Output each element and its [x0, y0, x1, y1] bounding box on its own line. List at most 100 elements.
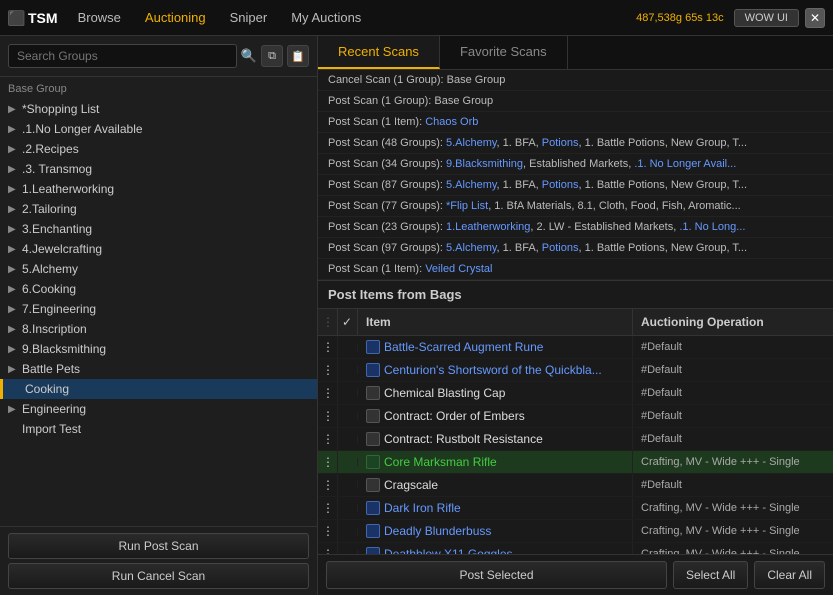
table-row[interactable]: ⋮ Cragscale #Default	[318, 474, 833, 497]
table-row[interactable]: ⋮ Contract: Rustbolt Resistance #Default	[318, 428, 833, 451]
row-item: Chemical Blasting Cap	[358, 382, 633, 404]
arrow-icon: ▶	[8, 144, 18, 155]
search-input[interactable]	[8, 44, 237, 68]
row-check[interactable]	[338, 389, 358, 397]
sidebar-content: Base Group ▶ *Shopping List ▶ .1.No Long…	[0, 77, 317, 526]
table-row[interactable]: ⋮ Core Marksman Rifle Crafting, MV - Wid…	[318, 451, 833, 474]
item-icon	[366, 478, 380, 492]
row-check[interactable]	[338, 458, 358, 466]
row-operation: #Default	[633, 475, 833, 495]
row-check[interactable]	[338, 435, 358, 443]
item-name: Contract: Rustbolt Resistance	[384, 432, 543, 446]
search-bar: 🔍 ⧉ 📋	[0, 36, 317, 77]
sidebar-item-label: 6.Cooking	[22, 282, 76, 296]
sidebar-item-label: 5.Alchemy	[22, 262, 78, 276]
row-check[interactable]	[338, 366, 358, 374]
item-name: Centurion's Shortsword of the Quickbla..…	[384, 363, 602, 377]
scan-item[interactable]: Post Scan (97 Groups): 5.Alchemy, 1. BFA…	[318, 238, 833, 259]
row-item: Battle-Scarred Augment Rune	[358, 336, 633, 358]
run-post-scan-button[interactable]: Run Post Scan	[8, 533, 309, 559]
sidebar-item-label: 9.Blacksmithing	[22, 342, 106, 356]
sidebar-item-cooking[interactable]: ▶ 6.Cooking	[0, 279, 317, 299]
scan-item[interactable]: Post Scan (1 Group): Base Group	[318, 91, 833, 112]
tabs: Recent Scans Favorite Scans	[318, 36, 833, 70]
sidebar-item-transmog[interactable]: ▶ .3. Transmog	[0, 159, 317, 179]
table-row[interactable]: ⋮ Contract: Order of Embers #Default	[318, 405, 833, 428]
nav-browse[interactable]: Browse	[74, 8, 125, 27]
table-row[interactable]: ⋮ Chemical Blasting Cap #Default	[318, 382, 833, 405]
table-row[interactable]: ⋮ Deathblow X11 Goggles Crafting, MV - W…	[318, 543, 833, 554]
arrow-icon: ▶	[8, 204, 18, 215]
sidebar-item-jewelcrafting[interactable]: ▶ 4.Jewelcrafting	[0, 239, 317, 259]
sidebar-item-label: Cooking	[25, 382, 69, 396]
row-check[interactable]	[338, 527, 358, 535]
post-items-title: Post Items from Bags	[318, 281, 833, 309]
wow-ui-button[interactable]: WOW UI	[734, 9, 799, 27]
sidebar-item-engineering[interactable]: ▶ 7.Engineering	[0, 299, 317, 319]
sidebar-item-inscription[interactable]: ▶ 8.Inscription	[0, 319, 317, 339]
scan-item[interactable]: Post Scan (23 Groups): 1.Leatherworking,…	[318, 217, 833, 238]
arrow-icon: ▶	[8, 124, 18, 135]
tab-favorite-scans[interactable]: Favorite Scans	[440, 36, 568, 69]
item-name: Chemical Blasting Cap	[384, 386, 505, 400]
row-operation: #Default	[633, 429, 833, 449]
run-cancel-scan-button[interactable]: Run Cancel Scan	[8, 563, 309, 589]
arrow-icon: ▶	[8, 104, 18, 115]
sidebar-item-blacksmithing[interactable]: ▶ 9.Blacksmithing	[0, 339, 317, 359]
arrow-icon: ▶	[8, 324, 18, 335]
logo-text: TSM	[28, 10, 58, 26]
sidebar-item-recipes[interactable]: ▶ .2.Recipes	[0, 139, 317, 159]
scan-item[interactable]: Post Scan (34 Groups): 9.Blacksmithing, …	[318, 154, 833, 175]
select-all-button[interactable]: Select All	[673, 561, 748, 589]
scan-item[interactable]: Post Scan (1 Item): Chaos Orb	[318, 112, 833, 133]
row-check[interactable]	[338, 412, 358, 420]
sidebar-item-leatherworking[interactable]: ▶ 1.Leatherworking	[0, 179, 317, 199]
post-footer: Post Selected Select All Clear All	[318, 554, 833, 595]
scan-item[interactable]: Cancel Scan (1 Group): Base Group	[318, 70, 833, 91]
search-icon: 🔍	[241, 48, 257, 64]
table-row[interactable]: ⋮ Battle-Scarred Augment Rune #Default	[318, 336, 833, 359]
nav-sniper[interactable]: Sniper	[226, 8, 272, 27]
clear-all-button[interactable]: Clear All	[754, 561, 825, 589]
sidebar-item-battle-pets[interactable]: ▶ Battle Pets	[0, 359, 317, 379]
scan-item[interactable]: Post Scan (1 Item): Veiled Crystal	[318, 259, 833, 280]
arrow-icon: ▶	[8, 304, 18, 315]
scan-item[interactable]: Post Scan (77 Groups): *Flip List, 1. Bf…	[318, 196, 833, 217]
scan-item[interactable]: Post Scan (87 Groups): 5.Alchemy, 1. BFA…	[318, 175, 833, 196]
close-button[interactable]: ✕	[805, 8, 825, 28]
sidebar-item-alchemy[interactable]: ▶ 5.Alchemy	[0, 259, 317, 279]
item-name: Deathblow X11 Goggles	[384, 547, 513, 554]
row-item: Deadly Blunderbuss	[358, 520, 633, 542]
post-selected-button[interactable]: Post Selected	[326, 561, 667, 589]
item-icon	[366, 524, 380, 538]
tab-recent-scans[interactable]: Recent Scans	[318, 36, 440, 69]
sidebar-item-label: *Shopping List	[22, 102, 99, 116]
row-check[interactable]	[338, 481, 358, 489]
nav-auctioning[interactable]: Auctioning	[141, 8, 210, 27]
sidebar-item-cooking-selected[interactable]: Cooking	[0, 379, 317, 399]
row-grip: ⋮	[318, 520, 338, 542]
sidebar-item-tailoring[interactable]: ▶ 2.Tailoring	[0, 199, 317, 219]
row-grip: ⋮	[318, 382, 338, 404]
paste-button[interactable]: 📋	[287, 45, 309, 67]
row-grip: ⋮	[318, 451, 338, 473]
row-grip: ⋮	[318, 497, 338, 519]
sidebar-item-label: Battle Pets	[22, 362, 80, 376]
nav-my-auctions[interactable]: My Auctions	[287, 8, 365, 27]
row-check[interactable]	[338, 343, 358, 351]
table-row[interactable]: ⋮ Centurion's Shortsword of the Quickbla…	[318, 359, 833, 382]
item-header[interactable]: Item	[358, 309, 633, 335]
scan-item[interactable]: Post Scan (48 Groups): 5.Alchemy, 1. BFA…	[318, 133, 833, 154]
sidebar-item-enchanting[interactable]: ▶ 3.Enchanting	[0, 219, 317, 239]
operation-header[interactable]: Auctioning Operation	[633, 309, 833, 335]
sidebar-item-engineering2[interactable]: ▶ Engineering	[0, 399, 317, 419]
row-check[interactable]	[338, 504, 358, 512]
sidebar-item-import-test[interactable]: Import Test	[0, 419, 317, 439]
item-name: Core Marksman Rifle	[384, 455, 497, 469]
sidebar-item-shopping-list[interactable]: ▶ *Shopping List	[0, 99, 317, 119]
sidebar-item-no-longer-available[interactable]: ▶ .1.No Longer Available	[0, 119, 317, 139]
sidebar-footer: Run Post Scan Run Cancel Scan	[0, 526, 317, 595]
table-row[interactable]: ⋮ Dark Iron Rifle Crafting, MV - Wide ++…	[318, 497, 833, 520]
copy-button[interactable]: ⧉	[261, 45, 283, 67]
table-row[interactable]: ⋮ Deadly Blunderbuss Crafting, MV - Wide…	[318, 520, 833, 543]
